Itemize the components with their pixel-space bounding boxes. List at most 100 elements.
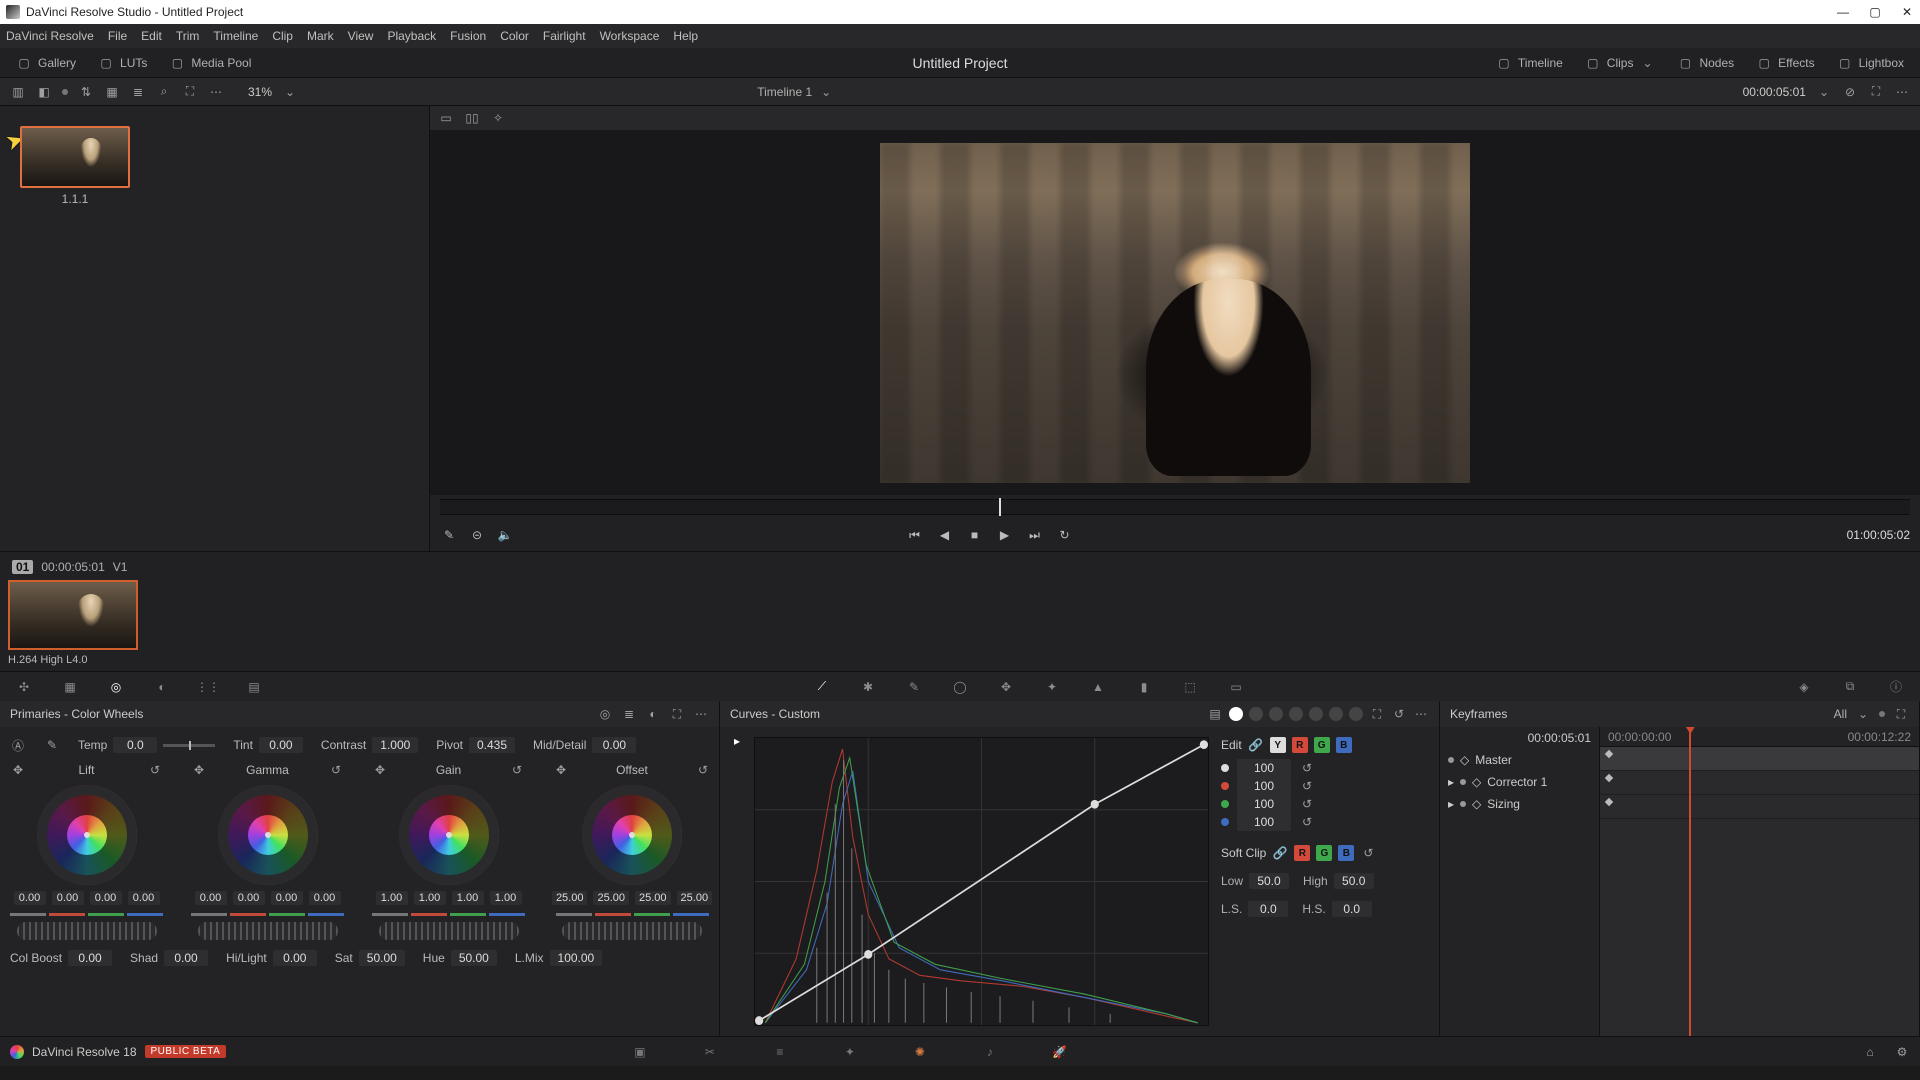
wheels-mode-icon[interactable]: ◎ (597, 706, 613, 722)
temp-control[interactable]: Temp0.0 (78, 737, 215, 753)
gain-value-3[interactable]: 1.00 (490, 891, 522, 905)
key-icon[interactable]: ▮ (1132, 675, 1156, 699)
curve-mode-4[interactable] (1289, 707, 1303, 721)
contrast-control[interactable]: Contrast1.000 (321, 737, 418, 753)
menu-file[interactable]: File (108, 29, 127, 43)
primaries-icon[interactable]: ◎ (104, 675, 128, 699)
channel-value-0[interactable] (1237, 759, 1291, 777)
expand-icon[interactable]: ▸ (1448, 797, 1454, 811)
lift-value-2[interactable]: 0.00 (90, 891, 122, 905)
gamma-jog[interactable] (198, 922, 338, 940)
project-settings-icon[interactable]: ⚙ (1894, 1044, 1910, 1060)
fullscreen-icon[interactable]: ⛶ (1868, 84, 1884, 100)
media-pool-button[interactable]: ▢Media Pool (163, 53, 257, 73)
curves-graph[interactable] (754, 737, 1209, 1026)
viewer-timecode[interactable]: 00:00:05:01 (1743, 85, 1806, 99)
keyframe-diamond-icon[interactable]: ◇ (1472, 775, 1481, 789)
softclip-ls[interactable]: L.S.0.0 (1221, 901, 1288, 917)
keyframe-diamond-icon[interactable]: ◇ (1460, 753, 1469, 767)
motion-icon[interactable]: ▤ (242, 675, 266, 699)
lift-jog[interactable] (17, 922, 157, 940)
offset-color-wheel[interactable] (582, 785, 682, 885)
menu-color[interactable]: Color (500, 29, 529, 43)
keyframes-expand-icon[interactable]: ⛶ (1893, 706, 1909, 722)
channel-value-3[interactable] (1237, 813, 1291, 831)
keyframes-chevron-icon[interactable]: ⌄ (1855, 706, 1871, 722)
edit-b-channel[interactable]: B (1336, 737, 1352, 753)
page-cut-icon[interactable]: ✂ (699, 1041, 721, 1063)
lift-wheel[interactable]: ✥Lift↺0.000.000.000.00 (10, 761, 163, 940)
timeline-button[interactable]: ▢Timeline (1490, 53, 1569, 73)
gamma-reset-icon[interactable]: ↺ (328, 762, 344, 778)
offset-value-2[interactable]: 25.00 (635, 891, 671, 905)
zoom-value[interactable]: 31% (248, 85, 272, 99)
menu-view[interactable]: View (348, 29, 374, 43)
luts-button[interactable]: ▢LUTs (92, 53, 153, 73)
transport-timecode[interactable]: 01:00:05:02 (1847, 528, 1910, 542)
softclip-low[interactable]: Low50.0 (1221, 873, 1289, 889)
curve-add-point-icon[interactable]: ▸ (730, 733, 744, 749)
sort-icon[interactable]: ⇅ (78, 84, 94, 100)
lift-value-1[interactable]: 0.00 (52, 891, 84, 905)
more-right-icon[interactable]: ⋯ (1894, 84, 1910, 100)
edit-y-channel[interactable]: Y (1270, 737, 1286, 753)
curves-hist-icon[interactable]: ▤ (1207, 706, 1223, 722)
clips-chevron-icon[interactable]: ⌄ (1639, 55, 1655, 71)
hdr-icon[interactable]: ◐ (150, 675, 174, 699)
bypass-icon[interactable]: ⊘ (1842, 84, 1858, 100)
offset-value-3[interactable]: 25.00 (677, 891, 713, 905)
stereo-icon[interactable]: ▭ (1224, 675, 1248, 699)
bars-mode-icon[interactable]: ≣ (621, 706, 637, 722)
play-icon[interactable]: ▶ (996, 526, 1014, 544)
channel-reset-icon[interactable]: ↺ (1299, 814, 1315, 830)
effects-button[interactable]: ▢Effects (1750, 53, 1820, 73)
channel-reset-icon[interactable]: ↺ (1299, 760, 1315, 776)
timeline-chevron-icon[interactable]: ⌄ (818, 84, 834, 100)
gallery-still[interactable]: 1.1.1 (20, 126, 130, 206)
grid-view-icon[interactable]: ▦ (104, 84, 120, 100)
expand-icon[interactable]: ⛶ (182, 84, 198, 100)
gamma-value-1[interactable]: 0.00 (233, 891, 265, 905)
lift-color-wheel[interactable] (37, 785, 137, 885)
pick-wb-icon[interactable]: ✎ (44, 737, 60, 753)
link-channels-icon[interactable]: 🔗 (1248, 737, 1264, 753)
menu-fairlight[interactable]: Fairlight (543, 29, 586, 43)
pivot-control[interactable]: Pivot0.435 (436, 737, 515, 753)
auto-balance-icon[interactable]: Ⓐ (10, 737, 26, 753)
offset-jog[interactable] (562, 922, 702, 940)
clip-image[interactable] (8, 580, 138, 650)
prim-more-icon[interactable]: ⋯ (693, 706, 709, 722)
menu-edit[interactable]: Edit (141, 29, 162, 43)
curve-mode-2[interactable] (1249, 707, 1263, 721)
channel-value-1[interactable] (1237, 777, 1291, 795)
channel-intensity-3[interactable]: ↺ (1221, 813, 1427, 831)
offset-wheel[interactable]: ✥Offset↺25.0025.0025.0025.00 (553, 761, 711, 940)
menu-clip[interactable]: Clip (272, 29, 293, 43)
loop-icon[interactable]: ↻ (1056, 526, 1074, 544)
prev-clip-icon[interactable]: ⏮ (906, 526, 924, 544)
gain-value-1[interactable]: 1.00 (414, 891, 446, 905)
window-close[interactable]: ✕ (1900, 5, 1914, 19)
curves-icon[interactable]: ⟋ (810, 675, 834, 699)
softclip-hs[interactable]: H.S.0.0 (1302, 901, 1371, 917)
curve-mode-5[interactable] (1309, 707, 1323, 721)
clip-thumbnail[interactable]: 01 00:00:05:01 V1 H.264 High L4.0 (8, 558, 138, 666)
offset-value-0[interactable]: 25.00 (552, 891, 588, 905)
middetail-control[interactable]: Mid/Detail0.00 (533, 737, 636, 753)
menu-mark[interactable]: Mark (307, 29, 334, 43)
clips-button[interactable]: ▢Clips⌄ (1579, 53, 1662, 73)
colboost-control[interactable]: Col Boost0.00 (10, 950, 112, 966)
softclip-high[interactable]: High50.0 (1303, 873, 1374, 889)
keyframes-icon[interactable]: ◈ (1792, 675, 1816, 699)
warper-icon[interactable]: ✱ (856, 675, 880, 699)
gamma-color-wheel[interactable] (218, 785, 318, 885)
sat-control[interactable]: Sat50.00 (335, 950, 405, 966)
curve-mode-custom[interactable] (1229, 707, 1243, 721)
edit-r-channel[interactable]: R (1292, 737, 1308, 753)
lmix-control[interactable]: L.Mix100.00 (515, 950, 602, 966)
channel-reset-icon[interactable]: ↺ (1299, 796, 1315, 812)
gamma-value-2[interactable]: 0.00 (271, 891, 303, 905)
channel-intensity-2[interactable]: ↺ (1221, 795, 1427, 813)
page-fusion-icon[interactable]: ✦ (839, 1041, 861, 1063)
scopes-icon[interactable]: ⧉ (1838, 675, 1862, 699)
